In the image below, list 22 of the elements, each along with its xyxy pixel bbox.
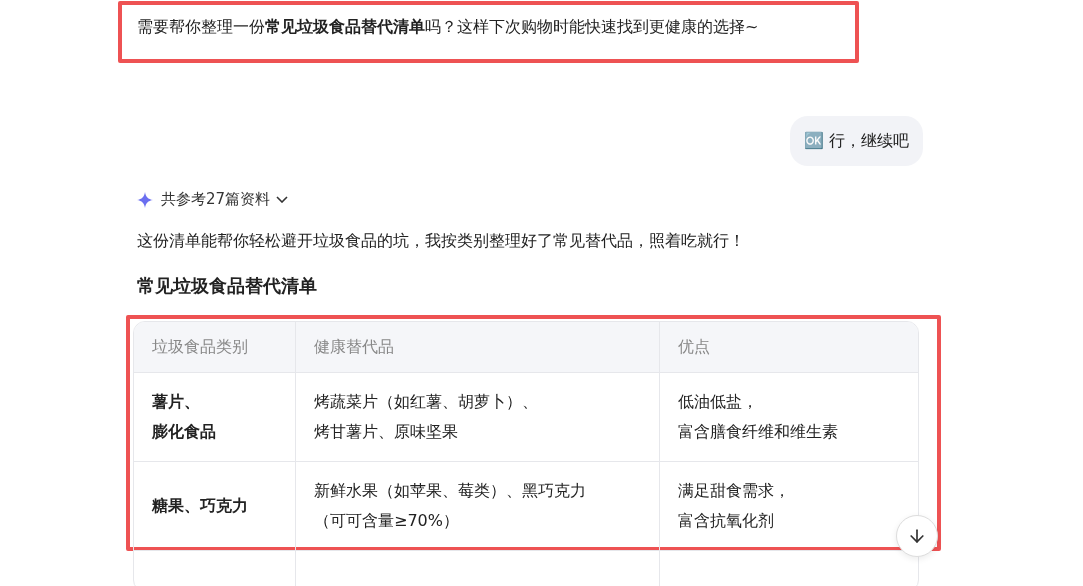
chevron-down-icon (276, 196, 289, 203)
column-header: 优点 (660, 322, 918, 372)
scroll-down-button[interactable] (896, 515, 938, 557)
cell-text: 低油低盐， (678, 391, 758, 413)
cell-text: 烤甘薯片、原味坚果 (314, 421, 458, 443)
column-header: 垃圾食品类别 (134, 322, 296, 372)
section-heading: 常见垃圾食品替代清单 (137, 274, 318, 298)
cell-text: 膨化食品 (152, 421, 216, 443)
answer-paragraph: 这份清单能帮你轻松避开垃圾食品的坑，我按类别整理好了常见替代品，照着吃就行！ (137, 230, 746, 252)
cell-text: （可可含量≥70%） (314, 510, 459, 532)
cell-text: 满足甜食需求， (678, 480, 790, 502)
assistant-message: 需要帮你整理一份常见垃圾食品替代清单吗？这样下次购物时能快速找到更健康的选择~ (137, 16, 760, 38)
cell-text: 糖果、巧克力 (152, 495, 248, 517)
sparkle-icon (137, 191, 153, 208)
cell-text: 富含膳食纤维和维生素 (678, 421, 838, 443)
cell-text: 薯片、 (152, 391, 200, 413)
cell-text: 新鲜水果（如苹果、莓类）、黑巧克力 (314, 480, 586, 502)
sources-toggle[interactable]: 共参考27篇资料 (161, 190, 289, 209)
column-header: 健康替代品 (296, 322, 660, 372)
cell-text: 烤蔬菜片（如红薯、胡萝卜）、 (314, 391, 538, 413)
cell-text: 富含抗氧化剂 (678, 510, 774, 532)
user-message: 🆗 行，继续吧 (789, 116, 923, 166)
